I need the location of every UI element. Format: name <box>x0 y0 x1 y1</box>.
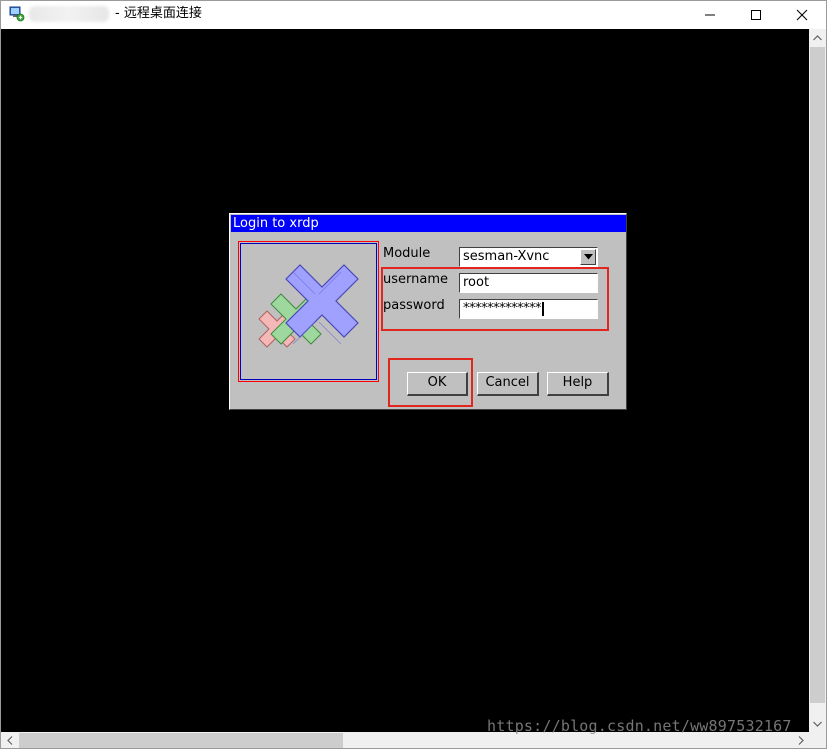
minimize-button[interactable] <box>687 1 733 28</box>
xrdp-login-dialog: Login to xrdp Module sesman-Xvnc usernam… <box>229 213 627 410</box>
xrdp-logo-icon <box>258 264 359 348</box>
username-label: username <box>383 272 448 287</box>
remote-desktop-app-icon <box>9 6 25 22</box>
xrdp-logo-inner-frame <box>240 243 377 380</box>
password-value: ************* <box>463 301 542 316</box>
blurred-host-name <box>29 6 109 22</box>
dialog-title-bar[interactable]: Login to xrdp <box>231 215 626 232</box>
title-bar[interactable]: - 远程桌面连接 <box>1 1 826 28</box>
vertical-scroll-thumb[interactable] <box>810 47 825 703</box>
watermark-text: https://blog.csdn.net/ww897532167 <box>487 717 792 735</box>
scroll-down-button[interactable] <box>809 715 826 732</box>
remote-desktop-window: - 远程桌面连接 Login to xrdp Module sesman-Xvn… <box>0 0 827 749</box>
close-button[interactable] <box>779 1 825 28</box>
scroll-right-button[interactable] <box>792 732 809 748</box>
module-label: Module <box>383 246 431 261</box>
maximize-icon <box>751 9 761 20</box>
chevron-up-icon <box>813 34 822 40</box>
minimize-icon <box>705 14 715 15</box>
cancel-button[interactable]: Cancel <box>477 372 539 396</box>
maximize-button[interactable] <box>733 1 779 28</box>
window-title: - 远程桌面连接 <box>115 6 202 21</box>
username-input[interactable]: root <box>459 273 598 293</box>
help-button[interactable]: Help <box>547 372 609 396</box>
password-input[interactable]: ************* <box>459 299 598 319</box>
triangle-down-icon <box>583 254 593 260</box>
scroll-left-button[interactable] <box>1 732 18 748</box>
scroll-up-button[interactable] <box>809 29 826 46</box>
module-select-value: sesman-Xvnc <box>463 249 550 264</box>
chevron-right-icon <box>798 736 804 745</box>
horizontal-scroll-thumb[interactable] <box>19 733 343 748</box>
chevron-down-icon <box>813 721 822 727</box>
ok-button[interactable]: OK <box>407 372 468 396</box>
chevron-left-icon <box>6 736 12 745</box>
scrollbar-corner <box>809 732 826 748</box>
password-label: password <box>383 298 445 313</box>
username-value: root <box>463 275 490 290</box>
module-dropdown-button[interactable] <box>580 249 596 265</box>
xrdp-logo-frame <box>238 241 379 382</box>
vertical-scrollbar[interactable] <box>809 29 826 732</box>
close-icon <box>796 9 808 20</box>
text-caret <box>542 301 544 316</box>
module-select[interactable]: sesman-Xvnc <box>459 247 598 267</box>
